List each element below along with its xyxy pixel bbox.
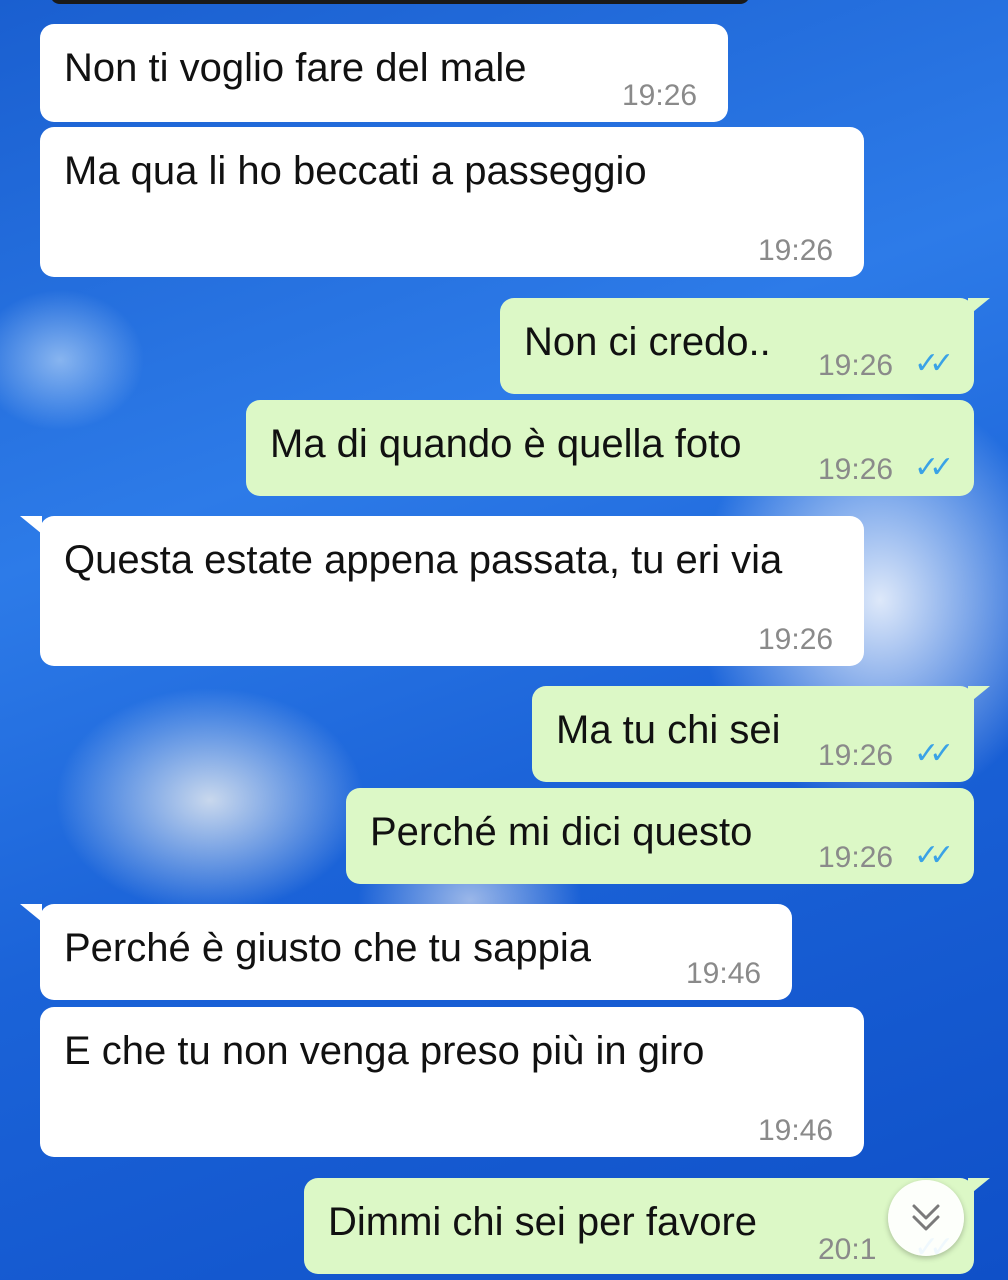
message-time: 19:26 bbox=[622, 79, 698, 112]
message-incoming[interactable]: Questa estate appena passata, tu eri via… bbox=[40, 516, 864, 666]
message-outgoing[interactable]: Ma tu chi sei 19:26 ✓✓ bbox=[532, 686, 974, 782]
bubble-tail bbox=[20, 904, 42, 922]
message-incoming[interactable]: Perché è giusto che tu sappia 19:46 bbox=[40, 904, 792, 1000]
scroll-to-bottom-button[interactable] bbox=[888, 1180, 964, 1256]
previous-media-bubble-edge bbox=[50, 0, 750, 4]
message-outgoing[interactable]: Non ci credo.. 19:26 ✓✓ bbox=[500, 298, 974, 394]
message-text: Ma di quando è quella foto bbox=[270, 422, 742, 466]
message-time: 19:26 bbox=[758, 234, 834, 267]
message-incoming[interactable]: Ma qua li ho beccati a passeggio 19:26 bbox=[40, 127, 864, 277]
message-time: 19:26 bbox=[818, 739, 894, 772]
message-time: 19:26 bbox=[818, 841, 894, 874]
message-time: 19:26 bbox=[818, 453, 894, 486]
message-time: 19:26 bbox=[818, 349, 894, 382]
message-text: Perché è giusto che tu sappia bbox=[64, 926, 592, 970]
message-time: 19:26 bbox=[758, 623, 834, 656]
message-outgoing[interactable]: Dimmi chi sei per favore 20:1 ✓✓ bbox=[304, 1178, 974, 1274]
message-text: Ma qua li ho beccati a passeggio bbox=[64, 149, 647, 193]
message-incoming[interactable]: E che tu non venga preso più in giro 19:… bbox=[40, 1007, 864, 1157]
double-check-icon: ✓✓ bbox=[914, 347, 954, 380]
message-text: Ma tu chi sei bbox=[556, 708, 781, 752]
message-outgoing[interactable]: Perché mi dici questo 19:26 ✓✓ bbox=[346, 788, 974, 884]
message-time: 20:1 bbox=[818, 1233, 877, 1266]
bubble-tail bbox=[20, 516, 42, 534]
message-time: 19:46 bbox=[686, 957, 762, 990]
message-text: E che tu non venga preso più in giro bbox=[64, 1029, 705, 1073]
double-check-icon: ✓✓ bbox=[914, 839, 954, 872]
message-text: Perché mi dici questo bbox=[370, 810, 753, 854]
message-text: Questa estate appena passata, tu eri via bbox=[64, 538, 783, 582]
message-incoming[interactable]: Non ti voglio fare del male 19:26 bbox=[40, 24, 728, 122]
message-outgoing[interactable]: Ma di quando è quella foto 19:26 ✓✓ bbox=[246, 400, 974, 496]
message-time: 19:46 bbox=[758, 1114, 834, 1147]
message-text: Non ti voglio fare del male bbox=[64, 46, 527, 90]
message-text: Dimmi chi sei per favore bbox=[328, 1200, 758, 1244]
double-check-icon: ✓✓ bbox=[914, 737, 954, 770]
double-check-icon: ✓✓ bbox=[914, 451, 954, 484]
message-text: Non ci credo.. bbox=[524, 320, 771, 364]
chevron-double-down-icon bbox=[912, 1204, 940, 1231]
